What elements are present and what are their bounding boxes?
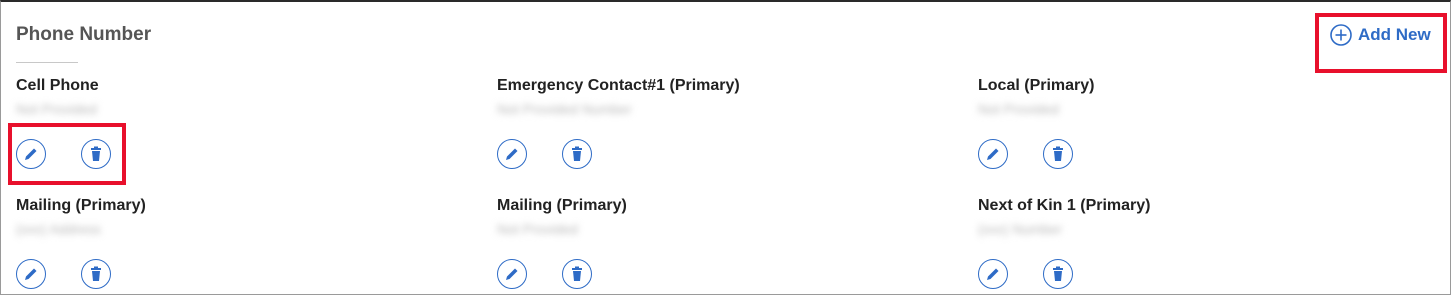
phone-label: Mailing (Primary): [497, 197, 627, 214]
title-underline: [16, 62, 78, 63]
pencil-icon: [987, 268, 999, 280]
phone-card: Local (Primary) Not Provided: [978, 77, 1398, 187]
plus-circle-icon: [1330, 24, 1352, 46]
phone-card: Mailing (Primary) Not Provided: [497, 197, 917, 307]
delete-button[interactable]: [81, 139, 111, 169]
phone-label: Cell Phone: [16, 77, 99, 94]
delete-button[interactable]: [562, 259, 592, 289]
pencil-icon: [506, 268, 518, 280]
pencil-icon: [987, 148, 999, 160]
phone-value: Not Provided: [978, 101, 1059, 117]
pencil-icon: [25, 148, 37, 160]
phone-value: (xxx) Address: [16, 221, 101, 237]
phone-value: Not Provided: [497, 221, 578, 237]
trash-icon: [1053, 146, 1063, 161]
phone-card: Next of Kin 1 (Primary) (xxx) Number: [978, 197, 1398, 307]
phone-value: Not Provided: [16, 101, 97, 117]
phone-card: Mailing (Primary) (xxx) Address: [16, 197, 436, 307]
trash-icon: [1053, 266, 1063, 281]
section-title: Phone Number: [16, 24, 152, 45]
phone-label: Emergency Contact#1 (Primary): [497, 77, 740, 94]
add-new-button[interactable]: Add New: [1330, 24, 1431, 46]
edit-button[interactable]: [16, 259, 46, 289]
pencil-icon: [25, 268, 37, 280]
edit-button[interactable]: [497, 259, 527, 289]
phone-card: Cell Phone Not Provided: [16, 77, 436, 187]
pencil-icon: [506, 148, 518, 160]
trash-icon: [572, 146, 582, 161]
delete-button[interactable]: [1043, 259, 1073, 289]
phone-value: Not Provided Number: [497, 101, 632, 117]
delete-button[interactable]: [1043, 139, 1073, 169]
add-new-label: Add New: [1358, 25, 1431, 44]
edit-button[interactable]: [497, 139, 527, 169]
edit-button[interactable]: [978, 259, 1008, 289]
edit-button[interactable]: [16, 139, 46, 169]
delete-button[interactable]: [562, 139, 592, 169]
trash-icon: [572, 266, 582, 281]
delete-button[interactable]: [81, 259, 111, 289]
edit-button[interactable]: [978, 139, 1008, 169]
phone-label: Mailing (Primary): [16, 197, 146, 214]
phone-label: Next of Kin 1 (Primary): [978, 197, 1151, 214]
trash-icon: [91, 146, 101, 161]
phone-value: (xxx) Number: [978, 221, 1063, 237]
phone-card: Emergency Contact#1 (Primary) Not Provid…: [497, 77, 917, 187]
phone-label: Local (Primary): [978, 77, 1095, 94]
trash-icon: [91, 266, 101, 281]
